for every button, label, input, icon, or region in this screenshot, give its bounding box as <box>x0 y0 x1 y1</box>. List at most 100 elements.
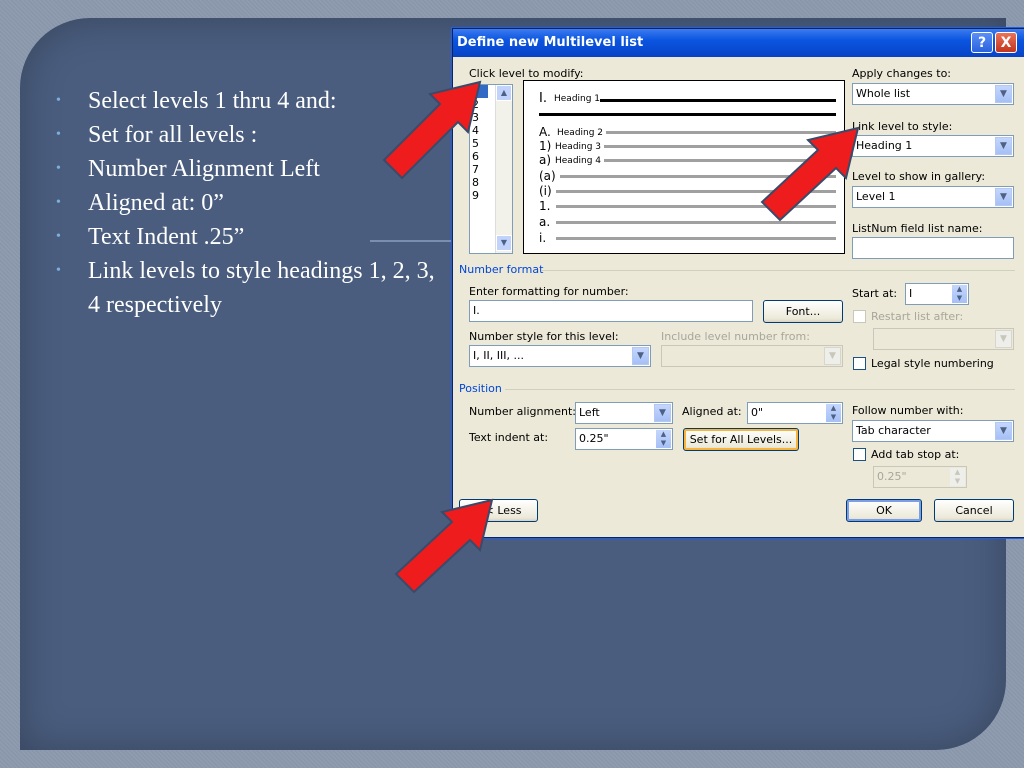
help-button[interactable]: ? <box>971 32 993 53</box>
preview-line <box>606 131 836 134</box>
bullet-item: • Select levels 1 thru 4 and: <box>56 84 436 118</box>
apply-changes-label: Apply changes to: <box>852 67 952 80</box>
number-format-heading: Number format <box>459 263 544 276</box>
preview-marker: 1) <box>539 139 552 153</box>
legal-style-checkbox[interactable] <box>853 357 866 370</box>
bullet-item: • Set for all levels : <box>56 118 436 152</box>
level-scrollbar[interactable]: ▲ ▼ <box>495 85 512 253</box>
dialog-title: Define new Multilevel list <box>453 29 1024 57</box>
ok-button[interactable]: OK <box>846 499 922 522</box>
chevron-down-icon[interactable]: ▼ <box>995 85 1012 103</box>
position-heading: Position <box>459 382 502 395</box>
add-tab-stop-checkbox[interactable] <box>853 448 866 461</box>
number-format-input[interactable]: I. <box>469 300 753 322</box>
preview-label: Heading 3 <box>555 142 602 152</box>
cancel-button[interactable]: Cancel <box>934 499 1014 522</box>
bullet-list: • Select levels 1 thru 4 and: • Set for al… <box>56 84 436 322</box>
bullet-dot-icon: • <box>56 161 61 176</box>
aligned-at-spinner[interactable]: 0" ▲ ▼ <box>747 402 843 424</box>
tab-stop-spinner[interactable]: 0.25" ▲ ▼ <box>873 466 967 488</box>
chevron-down-icon[interactable]: ▼ <box>824 347 841 365</box>
preview-marker: a. <box>539 215 551 229</box>
preview-line <box>556 221 836 224</box>
section-divider <box>505 389 1015 390</box>
preview-line <box>556 190 836 193</box>
legal-style-label: Legal style numbering <box>871 357 994 370</box>
bullet-dot-icon: • <box>56 195 61 210</box>
apply-changes-select[interactable]: Whole list ▼ <box>852 83 1014 105</box>
number-alignment-select[interactable]: Left ▼ <box>575 402 673 424</box>
restart-list-label: Restart list after: <box>871 310 964 323</box>
decorative-divider <box>370 240 460 242</box>
scroll-down-icon[interactable]: ▼ <box>496 235 512 251</box>
preview-label: Heading 1 <box>554 94 601 104</box>
preview-line <box>604 159 836 162</box>
chevron-down-icon[interactable]: ▼ <box>995 137 1012 155</box>
follow-number-label: Follow number with: <box>852 404 964 417</box>
click-level-label: Click level to modify: <box>469 67 584 80</box>
chevron-down-icon[interactable]: ▼ <box>995 330 1012 348</box>
text-indent-spinner[interactable]: 0.25" ▲ ▼ <box>575 428 673 450</box>
listnum-input[interactable] <box>852 237 1014 259</box>
preview-label: Heading 4 <box>555 156 602 166</box>
chevron-down-icon[interactable]: ▼ <box>632 347 649 365</box>
bullet-item: • Link levels to style headings 1, 2, 3, … <box>56 254 436 322</box>
spin-arrows-icon[interactable]: ▲ ▼ <box>952 285 967 303</box>
spin-arrows-icon[interactable]: ▲ ▼ <box>656 430 671 448</box>
restart-list-select[interactable]: ▼ <box>873 328 1014 350</box>
bullet-dot-icon: • <box>56 229 61 244</box>
preview-marker: A. <box>539 125 551 139</box>
less-button[interactable]: << Less <box>459 499 538 522</box>
bullet-dot-icon: • <box>56 93 61 108</box>
preview-line <box>560 175 836 178</box>
level-item[interactable]: 1 <box>470 85 488 98</box>
number-style-select[interactable]: I, II, III, ... ▼ <box>469 345 651 367</box>
scroll-up-icon[interactable]: ▲ <box>496 85 512 101</box>
preview-label: Heading 2 <box>557 128 604 138</box>
bullet-dot-icon: • <box>56 127 61 142</box>
section-divider <box>541 270 1015 271</box>
set-for-all-levels-button[interactable]: Set for All Levels... <box>683 428 799 451</box>
start-at-spinner[interactable]: I ▲ ▼ <box>905 283 969 305</box>
preview-line <box>604 145 836 148</box>
link-level-label: Link level to style: <box>852 120 953 133</box>
level-listbox[interactable]: 1 2 3 4 5 6 7 8 9 ▲ ▼ <box>469 84 513 254</box>
link-level-select[interactable]: Heading 1 ▼ <box>852 135 1014 157</box>
follow-number-select[interactable]: Tab character ▼ <box>852 420 1014 442</box>
chevron-down-icon[interactable]: ▼ <box>995 188 1012 206</box>
gallery-level-select[interactable]: Level 1 ▼ <box>852 186 1014 208</box>
include-level-select[interactable]: ▼ <box>661 345 843 367</box>
spin-arrows-icon[interactable]: ▲ ▼ <box>826 404 841 422</box>
preview-line <box>556 237 836 240</box>
bullet-item: • Number Alignment Left <box>56 152 436 186</box>
chevron-down-icon[interactable]: ▼ <box>995 422 1012 440</box>
preview-marker: (a) <box>539 169 556 183</box>
enter-formatting-label: Enter formatting for number: <box>469 285 629 298</box>
number-alignment-label: Number alignment: <box>469 405 576 418</box>
preview-marker: a) <box>539 153 552 167</box>
list-preview: I. Heading 1 A. Heading 2 1) Heading 3 a… <box>523 80 845 254</box>
listnum-label: ListNum field list name: <box>852 222 983 235</box>
include-level-label: Include level number from: <box>661 330 810 343</box>
number-style-label: Number style for this level: <box>469 330 619 343</box>
start-at-label: Start at: <box>852 287 898 300</box>
define-multilevel-list-dialog: Define new Multilevel list ? X Click lev… <box>452 28 1024 538</box>
preview-marker: (i) <box>539 184 552 198</box>
font-button[interactable]: Font... <box>763 300 843 323</box>
preview-line <box>600 99 836 102</box>
bullet-item: • Aligned at: 0” <box>56 186 436 220</box>
add-tab-stop-label: Add tab stop at: <box>871 448 960 461</box>
chevron-down-icon[interactable]: ▼ <box>654 404 671 422</box>
bullet-dot-icon: • <box>56 263 61 278</box>
bullet-item: • Text Indent .25” <box>56 220 436 254</box>
aligned-at-label: Aligned at: <box>682 405 742 418</box>
preview-marker: I. <box>539 91 547 106</box>
preview-line <box>539 113 836 116</box>
restart-list-checkbox[interactable] <box>853 310 866 323</box>
close-button[interactable]: X <box>995 32 1017 53</box>
preview-marker: i. <box>539 231 547 245</box>
gallery-level-label: Level to show in gallery: <box>852 170 986 183</box>
spin-arrows-icon[interactable]: ▲ ▼ <box>950 468 965 486</box>
text-indent-label: Text indent at: <box>469 431 549 444</box>
preview-marker: 1. <box>539 199 551 213</box>
